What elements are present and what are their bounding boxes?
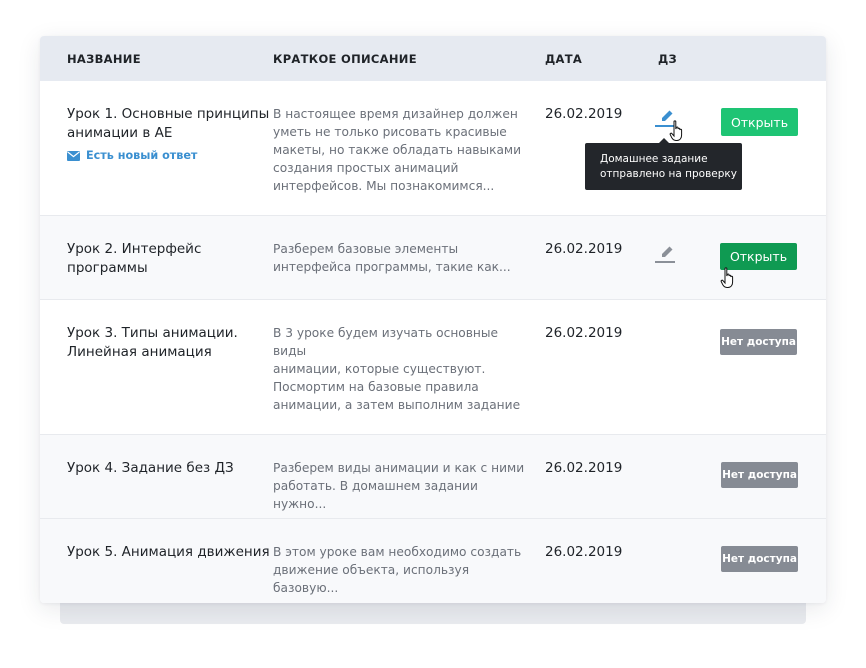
lesson-title: Урок 4. Задание без ДЗ [67, 460, 234, 476]
column-header-homework: ДЗ [658, 52, 678, 66]
hand-cursor-icon [720, 267, 734, 288]
no-access-button: Нет доступа [721, 546, 798, 572]
column-header-name: НАЗВАНИЕ [67, 52, 141, 66]
lesson-date: 26.02.2019 [545, 241, 623, 257]
lesson-title: Урок 5. Анимация движения [67, 544, 270, 560]
no-access-button: Нет доступа [720, 329, 797, 355]
lesson-description: В этом уроке вам необходимо создать движ… [273, 545, 522, 595]
new-answer-link[interactable]: Есть новый ответ [67, 149, 269, 162]
lesson-date: 26.02.2019 [545, 106, 623, 122]
lesson-title: Урок 3. Типы анимации. Линейная анимация [67, 325, 238, 360]
lesson-date: 26.02.2019 [545, 544, 623, 560]
no-access-button: Нет доступа [721, 462, 798, 488]
pencil-icon[interactable] [654, 242, 676, 264]
lesson-description: В настоящее время дизайнер должен уметь … [273, 107, 522, 193]
lesson-description: В 3 уроке будем изучать основные виды ан… [273, 326, 521, 412]
mail-icon [67, 150, 80, 161]
table-header: НАЗВАНИЕ КРАТКОЕ ОПИСАНИЕ ДАТА ДЗ [40, 36, 826, 81]
lessons-table: НАЗВАНИЕ КРАТКОЕ ОПИСАНИЕ ДАТА ДЗ Урок 1… [40, 36, 826, 603]
column-header-date: ДАТА [545, 52, 583, 66]
lesson-description: Разберем базовые элементы интерфейса про… [273, 242, 511, 274]
open-lesson-button[interactable]: Открыть [721, 108, 798, 136]
lesson-title: Урок 1. Основные принципы анимации в AE … [67, 106, 270, 162]
homework-status-tooltip: Домашнее задание отправлено на проверку [585, 138, 742, 190]
lesson-date: 26.02.2019 [545, 460, 623, 476]
hand-cursor-icon [669, 120, 683, 141]
lesson-title: Урок 2. Интерфейс программы [67, 241, 202, 276]
table-row: Урок 3. Типы анимации. Линейная анимация… [40, 300, 826, 435]
table-row: Урок 2. Интерфейс программы Разберем баз… [40, 216, 826, 300]
lesson-description: Разберем виды анимации и как с ними рабо… [273, 461, 525, 511]
table-row: Урок 4. Задание без ДЗ Разберем виды ани… [40, 435, 826, 519]
lesson-date: 26.02.2019 [545, 325, 623, 341]
open-lesson-button[interactable]: Открыть [720, 243, 797, 270]
column-header-description: КРАТКОЕ ОПИСАНИЕ [273, 52, 417, 66]
table-row: Урок 5. Анимация движения В этом уроке в… [40, 519, 826, 603]
